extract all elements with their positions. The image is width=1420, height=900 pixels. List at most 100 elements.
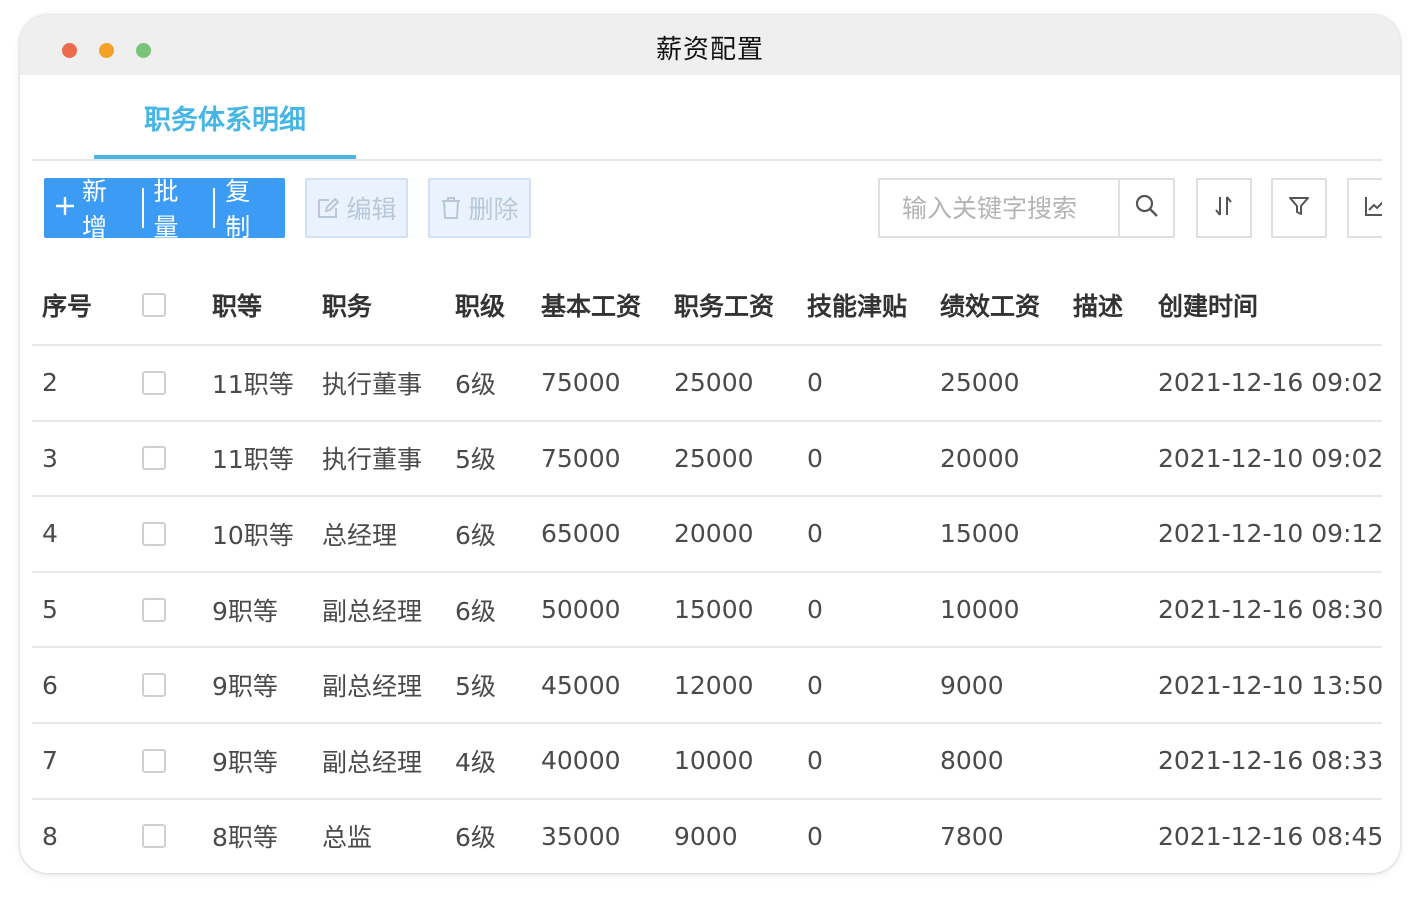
- table-row[interactable]: 8 8职等 总监 6级 35000 9000 0 7800 2021-12-16…: [32, 800, 1382, 873]
- cell-created-time: 2021-12-16 09:02:17: [1158, 368, 1382, 398]
- cell-level: 6级: [455, 369, 496, 399]
- add-button[interactable]: 新增: [44, 177, 142, 242]
- cell-created-time: 2021-12-16 08:45:36: [1158, 821, 1382, 851]
- cell-select: [142, 648, 166, 722]
- header-grade[interactable]: 职等: [212, 265, 262, 344]
- cell-position: 执行董事: [322, 445, 423, 475]
- cell-position-salary: 20000: [674, 519, 754, 549]
- select-all-checkbox[interactable]: [142, 292, 166, 317]
- job-table: 序号 职等 职务 职级 基本工资 职务工资 技能津贴 绩效工资 描述 创建时间 …: [32, 265, 1382, 873]
- cell-performance-salary: 20000: [940, 443, 1020, 473]
- cell-position-salary: 9000: [674, 821, 738, 851]
- delete-button-label: 删除: [468, 195, 519, 224]
- search-input[interactable]: [880, 180, 1118, 236]
- row-checkbox[interactable]: [142, 446, 166, 471]
- cell-index: 7: [42, 746, 58, 776]
- cell-performance-salary: 8000: [940, 746, 1004, 776]
- row-checkbox[interactable]: [142, 824, 166, 849]
- row-checkbox[interactable]: [142, 521, 166, 546]
- row-checkbox[interactable]: [142, 370, 166, 395]
- filter-button[interactable]: [1271, 178, 1327, 238]
- table-row[interactable]: 7 9职等 副总经理 4级 40000 10000 0 8000 2021-12…: [32, 724, 1382, 800]
- table-row[interactable]: 5 9职等 副总经理 6级 50000 15000 0 10000 2021-1…: [32, 573, 1382, 649]
- cell-grade: 11职等: [212, 369, 294, 399]
- cell-level: 4级: [455, 747, 496, 777]
- primary-button-group: 新增 批量 复制: [44, 177, 285, 242]
- cell-grade: 10职等: [212, 520, 294, 550]
- table-row[interactable]: 6 9职等 副总经理 5级 45000 12000 0 9000 2021-12…: [32, 648, 1382, 724]
- sort-button[interactable]: [1196, 178, 1252, 238]
- search-icon: [1134, 193, 1160, 223]
- table-row[interactable]: 4 10职等 总经理 6级 65000 20000 0 15000 2021-1…: [32, 497, 1382, 573]
- search-box: [878, 178, 1175, 238]
- cell-level: 5级: [455, 445, 496, 475]
- cell-skill-allowance: 0: [807, 519, 823, 549]
- title-bar: 薪资配置: [20, 15, 1400, 75]
- cell-created-time: 2021-12-10 13:50:25: [1158, 670, 1382, 700]
- cell-position: 副总经理: [322, 672, 423, 702]
- tab-job-system-detail[interactable]: 职务体系明细: [94, 101, 356, 159]
- table-row[interactable]: 2 11职等 执行董事 6级 75000 25000 0 25000 2021-…: [32, 346, 1382, 422]
- cell-base-salary: 45000: [541, 670, 621, 700]
- copy-button[interactable]: 复制: [215, 177, 285, 242]
- cell-select: [142, 724, 166, 798]
- edit-button-label: 编辑: [346, 195, 397, 224]
- cell-base-salary: 40000: [541, 746, 621, 776]
- cell-base-salary: 75000: [541, 368, 621, 398]
- cell-index: 3: [42, 443, 58, 473]
- cell-created-time: 2021-12-16 08:33:10: [1158, 746, 1382, 776]
- cell-position-salary: 10000: [674, 746, 754, 776]
- delete-button[interactable]: 删除: [428, 178, 531, 238]
- cell-created-time: 2021-12-10 09:02:57: [1158, 443, 1382, 473]
- header-skill-allowance[interactable]: 技能津贴: [807, 265, 907, 344]
- cell-performance-salary: 25000: [940, 368, 1020, 398]
- header-performance-salary[interactable]: 绩效工资: [940, 265, 1040, 344]
- cell-skill-allowance: 0: [807, 368, 823, 398]
- cell-position: 执行董事: [322, 369, 423, 399]
- header-level[interactable]: 职级: [455, 265, 505, 344]
- app-window: 薪资配置 职务体系明细 新增 批量 复制 编辑 删除 输入关键字搜索 序号 职等…: [20, 15, 1400, 873]
- table-row[interactable]: 3 11职等 执行董事 5级 75000 25000 0 20000 2021-…: [32, 422, 1382, 498]
- cell-grade: 9职等: [212, 596, 278, 626]
- cell-index: 5: [42, 595, 58, 625]
- cell-base-salary: 50000: [541, 595, 621, 625]
- row-checkbox[interactable]: [142, 673, 166, 698]
- cell-select: [142, 800, 166, 873]
- cell-position-salary: 25000: [674, 443, 754, 473]
- header-index[interactable]: 序号: [42, 265, 92, 344]
- cell-performance-salary: 9000: [940, 670, 1004, 700]
- header-description[interactable]: 描述: [1073, 265, 1123, 344]
- search-button[interactable]: [1118, 180, 1173, 236]
- cell-performance-salary: 10000: [940, 595, 1020, 625]
- cell-skill-allowance: 0: [807, 746, 823, 776]
- table-header: 序号 职等 职务 职级 基本工资 职务工资 技能津贴 绩效工资 描述 创建时间: [32, 265, 1382, 346]
- batch-button[interactable]: 批量: [144, 177, 214, 242]
- cell-skill-allowance: 0: [807, 821, 823, 851]
- header-position[interactable]: 职务: [322, 265, 372, 344]
- tab-bar: 职务体系明细: [32, 75, 1382, 161]
- row-checkbox[interactable]: [142, 597, 166, 622]
- edit-icon: [316, 196, 340, 220]
- cell-select: [142, 497, 166, 571]
- header-base-salary[interactable]: 基本工资: [541, 265, 641, 344]
- filter-icon: [1287, 194, 1311, 222]
- table-body: 2 11职等 执行董事 6级 75000 25000 0 25000 2021-…: [32, 346, 1382, 873]
- cell-index: 4: [42, 519, 58, 549]
- main-content: 职务体系明细 新增 批量 复制 编辑 删除 输入关键字搜索 序号 职等 职务 职…: [32, 75, 1382, 873]
- cell-base-salary: 65000: [541, 519, 621, 549]
- cell-skill-allowance: 0: [807, 670, 823, 700]
- cell-index: 6: [42, 670, 58, 700]
- cell-base-salary: 35000: [541, 821, 621, 851]
- window-title: 薪资配置: [655, 35, 764, 65]
- cell-grade: 8职等: [212, 823, 278, 853]
- cell-select: [142, 573, 166, 647]
- chart-icon: [1363, 194, 1382, 222]
- header-position-salary[interactable]: 职务工资: [674, 265, 774, 344]
- cell-position-salary: 25000: [674, 368, 754, 398]
- edit-button[interactable]: 编辑: [305, 178, 408, 238]
- cell-skill-allowance: 0: [807, 595, 823, 625]
- row-checkbox[interactable]: [142, 748, 166, 773]
- chart-button[interactable]: [1347, 178, 1382, 238]
- header-created-time[interactable]: 创建时间: [1158, 265, 1258, 344]
- cell-level: 6级: [455, 596, 496, 626]
